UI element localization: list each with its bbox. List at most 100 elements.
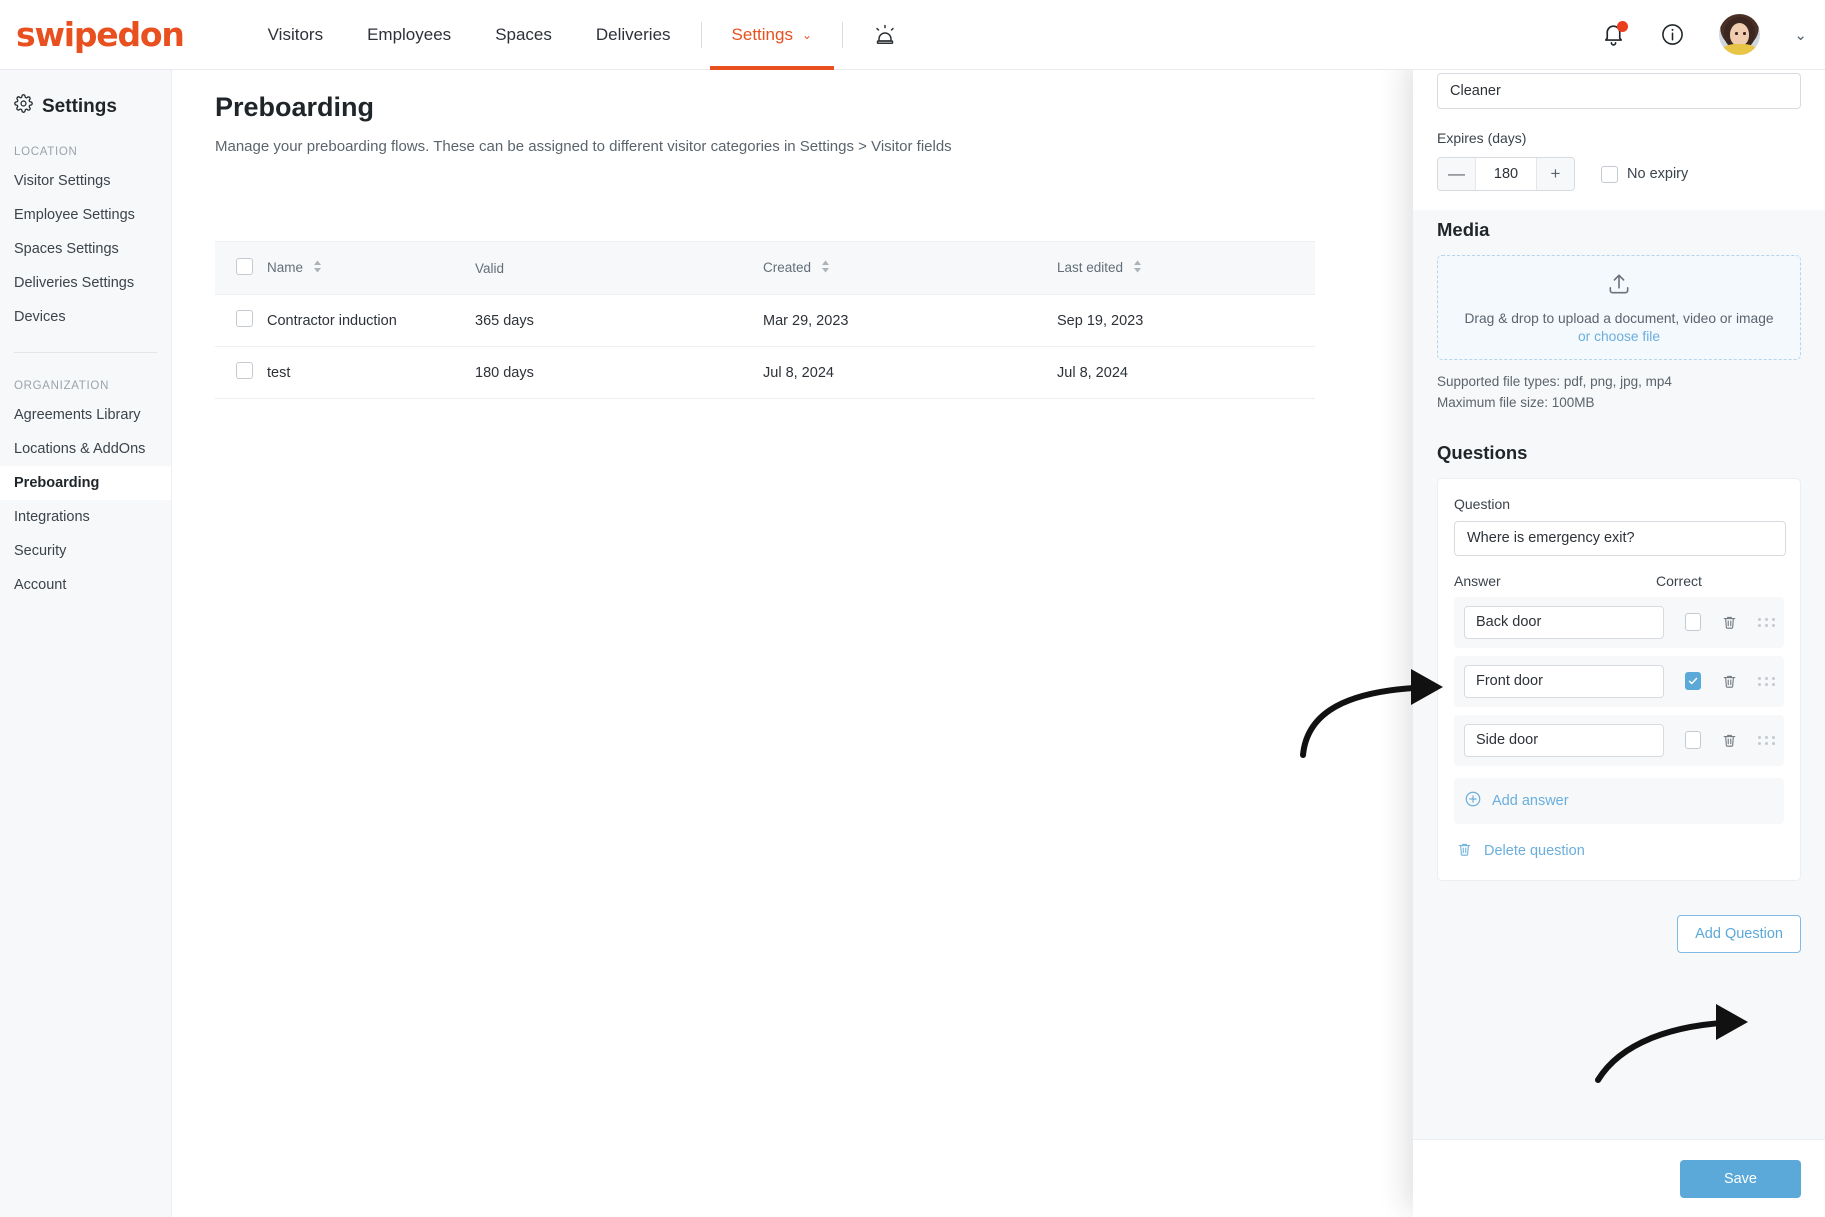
chevron-down-icon-account[interactable]: ⌄ bbox=[1794, 26, 1807, 44]
gear-icon bbox=[14, 94, 33, 119]
sidebar-item-security[interactable]: Security bbox=[0, 534, 171, 568]
sidebar-group-organization-label: ORGANIZATION bbox=[14, 380, 110, 392]
row-checkbox[interactable] bbox=[236, 310, 253, 327]
increment-button[interactable]: + bbox=[1537, 158, 1574, 190]
cell-last-edited: Sep 19, 2023 bbox=[1057, 294, 1315, 347]
media-section-title: Media bbox=[1437, 219, 1490, 240]
sidebar-item-visitor-settings[interactable]: Visitor Settings bbox=[0, 164, 171, 198]
sidebar-item-agreements-library[interactable]: Agreements Library bbox=[0, 398, 171, 432]
drag-handle-icon[interactable] bbox=[1758, 735, 1776, 745]
select-all-header bbox=[215, 241, 267, 295]
nav-item-visitors[interactable]: Visitors bbox=[246, 0, 345, 70]
nav-item-settings-label: Settings bbox=[731, 24, 793, 44]
sidebar-item-deliveries-settings[interactable]: Deliveries Settings bbox=[0, 266, 171, 300]
nav-item-employees[interactable]: Employees bbox=[345, 0, 473, 70]
nav-right-actions: ⌄ bbox=[1601, 14, 1825, 55]
table-row[interactable]: test 180 days Jul 8, 2024 Jul 8, 2024 bbox=[215, 346, 1315, 399]
choose-file-link[interactable]: or choose file bbox=[1578, 329, 1660, 344]
column-header-created[interactable]: Created bbox=[763, 241, 1057, 295]
row-checkbox[interactable] bbox=[236, 362, 253, 379]
answer-input[interactable] bbox=[1464, 664, 1664, 698]
questions-section-title: Questions bbox=[1437, 441, 1528, 463]
question-card: Question Answer Correct bbox=[1437, 477, 1801, 881]
flow-name-input[interactable] bbox=[1437, 73, 1801, 109]
notifications-button[interactable] bbox=[1601, 21, 1629, 47]
nav-item-settings[interactable]: Settings ⌄ bbox=[709, 0, 835, 70]
info-button[interactable] bbox=[1660, 22, 1685, 47]
sort-icon-created[interactable] bbox=[821, 260, 830, 276]
chevron-down-icon: ⌄ bbox=[801, 27, 813, 42]
row-select-cell bbox=[215, 346, 267, 399]
sidebar-item-locations-addons[interactable]: Locations & AddOns bbox=[0, 432, 171, 466]
cell-created: Mar 29, 2023 bbox=[763, 294, 1057, 347]
notification-badge-dot bbox=[1617, 21, 1629, 32]
sort-icon-last-edited[interactable] bbox=[1133, 260, 1142, 276]
answer-input[interactable] bbox=[1464, 723, 1664, 757]
column-header-name-label: Name bbox=[267, 260, 304, 275]
question-input[interactable] bbox=[1454, 520, 1786, 556]
row-select-cell bbox=[215, 294, 267, 347]
add-question-button[interactable]: Add Question bbox=[1677, 914, 1801, 953]
add-question-row: Add Question bbox=[1437, 914, 1801, 953]
correct-column-label: Correct bbox=[1656, 572, 1702, 589]
avatar[interactable] bbox=[1719, 14, 1761, 55]
delete-answer-icon[interactable] bbox=[1721, 614, 1738, 631]
delete-question-label: Delete question bbox=[1484, 843, 1585, 860]
nav-item-spaces[interactable]: Spaces bbox=[473, 0, 574, 70]
siren-icon[interactable] bbox=[873, 23, 897, 47]
panel-scroll-area[interactable]: Expires (days) — 180 + No expiry Media bbox=[1413, 55, 1825, 1139]
drag-handle-icon[interactable] bbox=[1758, 617, 1776, 627]
nav-item-deliveries[interactable]: Deliveries bbox=[574, 0, 693, 70]
drag-handle-icon[interactable] bbox=[1758, 676, 1776, 686]
no-expiry-checkbox[interactable] bbox=[1601, 165, 1618, 183]
column-header-created-label: Created bbox=[763, 260, 812, 275]
no-expiry-label: No expiry bbox=[1627, 166, 1689, 182]
table-row[interactable]: Contractor induction 365 days Mar 29, 20… bbox=[215, 294, 1315, 347]
no-expiry-option[interactable]: No expiry bbox=[1601, 165, 1689, 183]
column-header-last-edited[interactable]: Last edited bbox=[1057, 241, 1315, 295]
sidebar-title-label: Settings bbox=[42, 95, 117, 117]
expires-value[interactable]: 180 bbox=[1475, 158, 1537, 190]
expires-stepper-row: — 180 + No expiry bbox=[1437, 157, 1801, 191]
answer-correct-checkbox[interactable] bbox=[1685, 731, 1701, 750]
supported-file-types: Supported file types: pdf, png, jpg, mp4 bbox=[1437, 374, 1672, 389]
cell-valid: 180 days bbox=[475, 346, 763, 399]
answer-row bbox=[1454, 714, 1784, 766]
save-button[interactable]: Save bbox=[1679, 1159, 1801, 1198]
sidebar-item-integrations[interactable]: Integrations bbox=[0, 500, 171, 534]
edit-preboarding-panel: Expires (days) — 180 + No expiry Media bbox=[1413, 55, 1825, 1217]
sidebar-group-location-label: LOCATION bbox=[14, 146, 78, 158]
cell-valid: 365 days bbox=[475, 294, 763, 347]
column-header-valid-label: Valid bbox=[475, 260, 505, 276]
add-answer-label: Add answer bbox=[1492, 792, 1569, 809]
trash-icon bbox=[1456, 841, 1473, 862]
question-label: Question bbox=[1454, 495, 1511, 512]
answer-input[interactable] bbox=[1464, 605, 1664, 639]
sidebar-item-spaces-settings[interactable]: Spaces Settings bbox=[0, 232, 171, 266]
swipedon-logo[interactable]: swipedon bbox=[16, 15, 185, 54]
cell-created: Jul 8, 2024 bbox=[763, 346, 1057, 399]
media-notes: Supported file types: pdf, png, jpg, mp4… bbox=[1437, 372, 1801, 414]
sidebar-item-devices[interactable]: Devices bbox=[0, 300, 171, 334]
delete-question-button[interactable]: Delete question bbox=[1454, 841, 1784, 862]
delete-answer-icon[interactable] bbox=[1721, 673, 1738, 690]
cell-name: test bbox=[267, 346, 475, 399]
column-header-name[interactable]: Name bbox=[267, 241, 475, 295]
delete-answer-icon[interactable] bbox=[1721, 732, 1738, 749]
panel-footer: Save bbox=[1413, 1139, 1825, 1217]
answer-row bbox=[1454, 596, 1784, 648]
media-dropzone[interactable]: Drag & drop to upload a document, video … bbox=[1437, 255, 1801, 360]
decrement-button[interactable]: — bbox=[1438, 158, 1475, 190]
sidebar-item-account[interactable]: Account bbox=[0, 568, 171, 602]
sidebar-item-preboarding[interactable]: Preboarding bbox=[0, 466, 171, 500]
sort-icon-name[interactable] bbox=[313, 260, 322, 276]
answer-correct-checkbox[interactable] bbox=[1685, 613, 1701, 632]
add-answer-button[interactable]: Add answer bbox=[1454, 777, 1784, 824]
answer-correct-checkbox[interactable] bbox=[1685, 672, 1701, 691]
sidebar-item-employee-settings[interactable]: Employee Settings bbox=[0, 198, 171, 232]
select-all-checkbox[interactable] bbox=[236, 258, 253, 275]
nav-divider bbox=[700, 21, 702, 48]
plus-circle-icon bbox=[1464, 790, 1482, 812]
sidebar-divider bbox=[14, 352, 157, 353]
sidebar-title: Settings bbox=[0, 70, 171, 119]
